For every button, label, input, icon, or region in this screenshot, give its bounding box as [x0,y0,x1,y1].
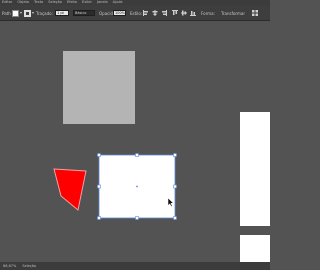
align-right-icon[interactable] [161,10,167,16]
center-point [136,185,138,188]
stroke-weight-field-wrap: 1 pt [55,5,69,21]
stroke-weight-label: Traçado: [36,10,53,16]
zoom-level[interactable]: 66,67% [3,264,16,268]
align-bottom-icon[interactable] [190,10,196,16]
align-center-icon[interactable] [152,10,158,16]
chevron-down-icon[interactable] [32,12,34,14]
stroke-control[interactable] [24,5,34,21]
control-bar: Path Traçado: 1 pt Básico Opacid. 100% E… [0,5,270,21]
cursor-arrow-icon [168,198,174,207]
opacity-label[interactable]: Opacid. [99,11,114,16]
stroke-weight-field[interactable]: 1 pt [55,10,69,16]
red-polygon-object[interactable] [50,164,90,214]
align-middle-icon[interactable] [181,10,187,16]
more-icon-wrap [252,5,258,21]
style-group: Estilo: [130,5,142,21]
brush-definition-field[interactable]: Básico [73,10,95,16]
shape-label[interactable]: Forma: [201,11,215,16]
stroke-swatch[interactable] [24,9,31,17]
stroke-weight-group: Traçado: [36,5,53,21]
style-label: Estilo: [130,10,143,16]
fill-control[interactable] [12,5,22,21]
align-icons [143,5,149,21]
align-top-icon[interactable] [172,10,178,16]
current-tool: Seleção [22,264,37,268]
brush-field-wrap: Básico [73,5,95,21]
shape-group: Forma: [201,5,215,21]
align-icons-5 [181,5,187,21]
transform-label[interactable]: Transformar [221,11,245,16]
selection-type: Path [2,5,11,21]
opacity-field-wrap: 100% [113,5,126,21]
chevron-down-icon[interactable] [20,12,22,14]
align-icons-6 [190,5,196,21]
align-left-icon[interactable] [143,10,149,16]
artboard-right-lower[interactable] [240,235,270,262]
opacity-group: Opacid. [99,5,114,21]
selection-type-label: Path [2,10,11,16]
align-icons-4 [172,5,178,21]
align-icons-2 [152,5,158,21]
grid-icon[interactable] [252,10,258,16]
gray-square-object[interactable] [63,51,135,124]
transform-group: Transformar [221,5,245,21]
selection-bounding-box[interactable] [96,152,178,221]
artboard-right-upper[interactable] [240,112,270,226]
align-icons-3 [161,5,167,21]
fill-swatch[interactable] [12,9,19,17]
opacity-field[interactable]: 100% [113,10,126,16]
status-bar: 66,67% Seleção [0,262,270,270]
